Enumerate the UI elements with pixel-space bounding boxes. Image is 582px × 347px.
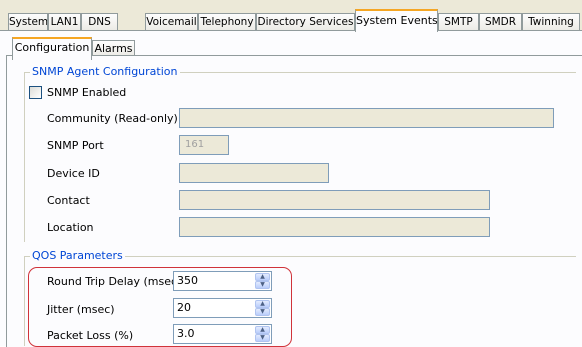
tab-system[interactable]: System (8, 13, 48, 30)
tab-telephony[interactable]: Telephony (198, 13, 256, 30)
contact-label: Contact (47, 194, 90, 207)
tab-system-events[interactable]: System Events (355, 9, 438, 32)
tab-lan1[interactable]: LAN1 (48, 13, 81, 30)
round-trip-delay-label: Round Trip Delay (msec) (47, 275, 182, 288)
round-trip-delay-value: 350 (177, 274, 198, 287)
tab-twinning[interactable]: Twinning (522, 13, 580, 30)
spin-up-icon[interactable]: ▲ (255, 326, 270, 334)
packet-loss-value: 3.0 (177, 327, 195, 340)
snmp-group-legend: SNMP Agent Configuration (30, 65, 180, 78)
community-field[interactable] (179, 108, 554, 128)
tab-alarms[interactable]: Alarms (92, 40, 135, 56)
spin-down-icon[interactable]: ▼ (255, 281, 270, 289)
sub-tab-bar: Configuration Alarms (0, 31, 582, 60)
snmp-port-label: SNMP Port (47, 139, 104, 152)
snmp-enabled-label: SNMP Enabled (47, 86, 127, 99)
location-label: Location (47, 221, 94, 234)
qos-group-legend: QOS Parameters (30, 249, 125, 262)
spin-up-icon[interactable]: ▲ (255, 273, 270, 281)
contact-field[interactable] (179, 190, 490, 210)
tab-voicemail[interactable]: Voicemail (145, 13, 198, 30)
location-field[interactable] (179, 217, 490, 237)
device-id-label: Device ID (47, 167, 100, 180)
spin-down-icon[interactable]: ▼ (255, 308, 270, 316)
device-id-field[interactable] (179, 163, 329, 183)
tab-dns[interactable]: DNS (81, 13, 118, 30)
tab-smtp[interactable]: SMTP (438, 13, 479, 30)
round-trip-delay-spinner[interactable]: 350 ▲ ▼ (173, 271, 272, 291)
jitter-label: Jitter (msec) (47, 303, 115, 316)
tab-configuration[interactable]: Configuration (12, 37, 92, 60)
tab-directory-services[interactable]: Directory Services (256, 13, 355, 30)
spin-up-icon[interactable]: ▲ (255, 300, 270, 308)
snmp-group-border-left (24, 72, 25, 242)
qos-group-border-left (24, 256, 25, 346)
tab-smdr[interactable]: SMDR (479, 13, 522, 30)
packet-loss-label: Packet Loss (%) (47, 329, 134, 342)
spin-down-icon[interactable]: ▼ (255, 334, 270, 342)
packet-loss-spinner[interactable]: 3.0 ▲ ▼ (173, 324, 272, 344)
snmp-enabled-checkbox[interactable] (29, 86, 42, 99)
snmp-port-field[interactable]: 161 (179, 135, 229, 155)
jitter-spinner[interactable]: 20 ▲ ▼ (173, 298, 272, 318)
main-tab-bar: System LAN1 DNS Voicemail Telephony Dire… (0, 0, 582, 32)
community-label: Community (Read-only) (47, 112, 178, 125)
jitter-value: 20 (177, 301, 191, 314)
